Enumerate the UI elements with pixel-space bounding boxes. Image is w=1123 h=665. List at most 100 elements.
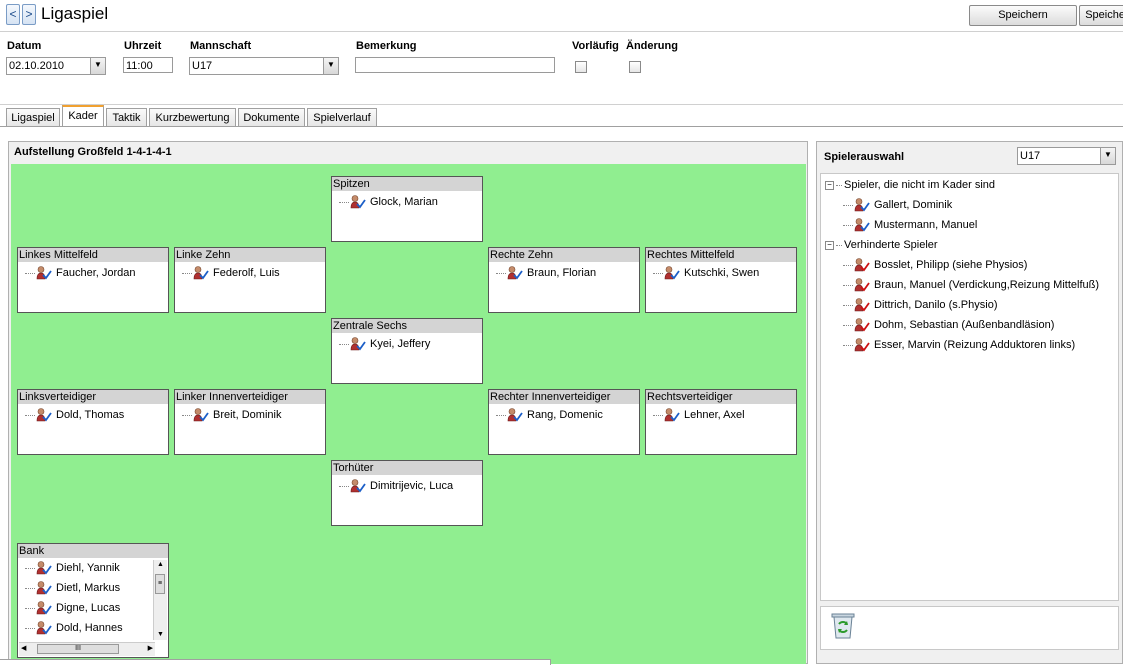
- position-box[interactable]: Rechtes Mittelfeld Kutschki, Swen: [645, 247, 797, 313]
- chevron-down-icon[interactable]: ▼: [323, 58, 338, 74]
- tree-player[interactable]: Esser, Marvin (Reizung Adduktoren links): [843, 337, 1075, 353]
- form-divider: [0, 104, 1123, 105]
- position-label: Linkes Mittelfeld: [18, 248, 168, 262]
- chevron-down-icon[interactable]: ▼: [90, 58, 105, 74]
- tab-dokumente[interactable]: Dokumente: [238, 108, 305, 126]
- chevron-down-icon[interactable]: ▼: [1100, 148, 1115, 164]
- assigned-player[interactable]: Dold, Thomas: [25, 407, 124, 423]
- tree-group[interactable]: − Verhinderte Spieler: [825, 237, 938, 253]
- player-name: Dietl, Markus: [56, 582, 121, 594]
- mannschaft-select[interactable]: U17 ▼: [189, 57, 339, 75]
- aenderung-checkbox[interactable]: [629, 61, 641, 73]
- position-label: Spitzen: [332, 177, 482, 191]
- player-check-icon: [664, 408, 684, 422]
- player-name: Faucher, Jordan: [56, 267, 136, 279]
- bench-player[interactable]: Dold, Hannes: [25, 620, 123, 636]
- uhrzeit-label: Uhrzeit: [124, 40, 162, 52]
- player-check-icon: [36, 621, 56, 635]
- assigned-player[interactable]: Faucher, Jordan: [25, 265, 136, 281]
- trash-area[interactable]: [820, 606, 1119, 650]
- collapse-icon[interactable]: −: [825, 240, 834, 250]
- tab-kader[interactable]: Kader: [62, 105, 104, 126]
- lineup-title: Aufstellung Großfeld 1-4-1-4-1: [14, 146, 172, 158]
- collapse-icon[interactable]: −: [825, 180, 834, 190]
- bench-player[interactable]: Diehl, Yannik: [25, 560, 120, 576]
- player-name: Dimitrijevic, Luca: [370, 480, 454, 492]
- assigned-player[interactable]: Kyei, Jeffery: [339, 336, 430, 352]
- scroll-down-icon[interactable]: ▼: [154, 630, 167, 640]
- tree-player[interactable]: Gallert, Dominik: [843, 197, 952, 213]
- position-box[interactable]: Spitzen Glock, Marian: [331, 176, 483, 242]
- bench-player[interactable]: Dietl, Markus: [25, 580, 120, 596]
- player-check-icon: [36, 601, 56, 615]
- scroll-thumb[interactable]: ≡: [155, 574, 165, 594]
- position-box[interactable]: Zentrale Sechs Kyei, Jeffery: [331, 318, 483, 384]
- position-label: Rechtsverteidiger: [646, 390, 796, 404]
- scroll-thumb-h[interactable]: III: [37, 644, 119, 654]
- forward-button[interactable]: >: [22, 4, 36, 25]
- player-check-icon: [36, 266, 56, 280]
- assigned-player[interactable]: Breit, Dominik: [182, 407, 281, 423]
- player-name: Rang, Domenic: [527, 409, 603, 421]
- bench-vscrollbar[interactable]: ▲ ≡ ▼: [153, 560, 167, 640]
- player-check-icon: [36, 408, 56, 422]
- recycle-bin-icon[interactable]: [829, 610, 857, 640]
- tree-group-label: Verhinderte Spieler: [844, 239, 938, 251]
- tab-spielverlauf[interactable]: Spielverlauf: [307, 108, 377, 126]
- position-box[interactable]: Rechte Zehn Braun, Florian: [488, 247, 640, 313]
- tree-player[interactable]: Bosslet, Philipp (siehe Physios): [843, 257, 1027, 273]
- vorlaeufig-checkbox[interactable]: [575, 61, 587, 73]
- save-button-2[interactable]: Speichern: [1079, 5, 1123, 26]
- assigned-player[interactable]: Lehner, Axel: [653, 407, 745, 423]
- position-box[interactable]: Linksverteidiger Dold, Thomas: [17, 389, 169, 455]
- assigned-player[interactable]: Braun, Florian: [496, 265, 596, 281]
- datum-label: Datum: [7, 40, 42, 52]
- scroll-right-icon[interactable]: ▶: [148, 643, 153, 655]
- selection-panel: Spielerauswahl U17 ▼ − Spieler, die nicht…: [816, 141, 1123, 664]
- bench-box: Bank Diehl, Yannik Dietl, Markus Digne, Lu…: [17, 543, 169, 658]
- assigned-player[interactable]: Kutschki, Swen: [653, 265, 759, 281]
- assigned-player[interactable]: Rang, Domenic: [496, 407, 603, 423]
- player-name: Digne, Lucas: [56, 602, 121, 614]
- position-box[interactable]: Torhüter Dimitrijevic, Luca: [331, 460, 483, 526]
- bottom-splitter[interactable]: [0, 659, 551, 665]
- save-button[interactable]: Speichern: [969, 5, 1077, 26]
- player-name: Braun, Florian: [527, 267, 597, 279]
- selection-team-select[interactable]: U17 ▼: [1017, 147, 1116, 165]
- bemerkung-input[interactable]: [355, 57, 555, 73]
- scroll-up-icon[interactable]: ▲: [154, 560, 167, 570]
- tree-group[interactable]: − Spieler, die nicht im Kader sind: [825, 177, 995, 193]
- player-red-check-icon: [854, 338, 874, 352]
- tab-kurzbewertung[interactable]: Kurzbewertung: [149, 108, 236, 126]
- player-check-icon: [854, 198, 874, 212]
- tab-ligaspiel[interactable]: Ligaspiel: [6, 108, 60, 126]
- player-check-icon: [507, 266, 527, 280]
- bench-hscrollbar[interactable]: ◀ III ▶: [19, 642, 155, 656]
- position-box[interactable]: Linker Innenverteidiger Breit, Dominik: [174, 389, 326, 455]
- position-label: Linksverteidiger: [18, 390, 168, 404]
- player-red-check-icon: [854, 258, 874, 272]
- mannschaft-label: Mannschaft: [190, 40, 252, 52]
- assigned-player[interactable]: Federolf, Luis: [182, 265, 280, 281]
- position-box[interactable]: Rechtsverteidiger Lehner, Axel: [645, 389, 797, 455]
- position-label: Rechtes Mittelfeld: [646, 248, 796, 262]
- player-name: Bosslet, Philipp (siehe Physios): [874, 259, 1028, 271]
- position-label: Linker Innenverteidiger: [175, 390, 325, 404]
- position-box[interactable]: Linke Zehn Federolf, Luis: [174, 247, 326, 313]
- position-box[interactable]: Linkes Mittelfeld Faucher, Jordan: [17, 247, 169, 313]
- tree-player[interactable]: Dittrich, Danilo (s.Physio): [843, 297, 997, 313]
- assigned-player[interactable]: Glock, Marian: [339, 194, 438, 210]
- tab-taktik[interactable]: Taktik: [106, 108, 147, 126]
- back-button[interactable]: <: [6, 4, 20, 25]
- tree-player[interactable]: Dohm, Sebastian (Außenbandläsion): [843, 317, 1054, 333]
- uhrzeit-field[interactable]: 11:00: [123, 57, 173, 73]
- tree-player[interactable]: Mustermann, Manuel: [843, 217, 977, 233]
- datum-field[interactable]: 02.10.2010 ▼: [6, 57, 106, 75]
- player-name: Dold, Hannes: [56, 622, 123, 634]
- assigned-player[interactable]: Dimitrijevic, Luca: [339, 478, 453, 494]
- bench-player[interactable]: Digne, Lucas: [25, 600, 120, 616]
- position-box[interactable]: Rechter Innenverteidiger Rang, Domenic: [488, 389, 640, 455]
- position-label: Torhüter: [332, 461, 482, 475]
- tree-player[interactable]: Braun, Manuel (Verdickung,Reizung Mittel…: [843, 277, 1099, 293]
- scroll-left-icon[interactable]: ◀: [21, 643, 26, 655]
